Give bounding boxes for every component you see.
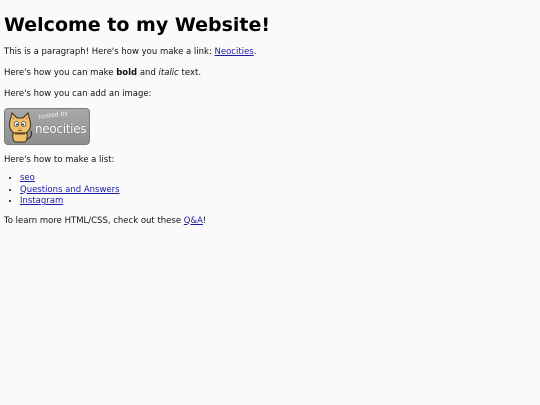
paragraph-link-intro: This is a paragraph! Here's how you make… <box>4 46 536 58</box>
list-item: Instagram <box>20 196 536 208</box>
questions-and-answers-link[interactable]: Questions and Answers <box>20 185 120 195</box>
badge-hosted-by-text: hosted by <box>38 109 69 121</box>
paragraph-text-end: . <box>253 47 257 57</box>
seo-link[interactable]: seo <box>20 173 35 183</box>
paragraph-text: This is a paragraph! Here's how you make… <box>4 47 215 57</box>
link-list: seo Questions and Answers Instagram <box>4 173 536 208</box>
paragraph-formatting: Here's how you can make bold and italic … <box>4 67 536 79</box>
paragraph-text-middle: and <box>137 68 159 78</box>
neocities-cat-icon <box>9 112 33 143</box>
hosted-by-neocities-badge[interactable]: hosted by neocities <box>4 108 90 145</box>
paragraph-text-end: text. <box>178 68 202 78</box>
paragraph-text: Here's how you can make <box>4 68 117 78</box>
list-item: seo <box>20 173 536 185</box>
neocities-link[interactable]: Neocities <box>215 47 254 57</box>
badge-container: hosted by neocities <box>4 108 536 145</box>
paragraph-list-intro: Here's how to make a list: <box>4 155 115 165</box>
instagram-link[interactable]: Instagram <box>20 196 63 206</box>
list-item: Questions and Answers <box>20 185 536 197</box>
badge-neocities-text: neocities <box>35 122 87 136</box>
paragraph-image-intro: Here's how you can add an image: <box>4 89 152 99</box>
qa-link[interactable]: Q&A <box>184 216 203 226</box>
bold-text: bold <box>116 68 138 78</box>
italic-text: italic <box>158 68 179 78</box>
paragraph-text: To learn more HTML/CSS, check out these <box>4 215 184 226</box>
page-title: Welcome to my Website! <box>4 14 271 36</box>
paragraph-text-end: ! <box>202 215 207 226</box>
paragraph-learn-more: To learn more HTML/CSS, check out these … <box>4 215 536 227</box>
